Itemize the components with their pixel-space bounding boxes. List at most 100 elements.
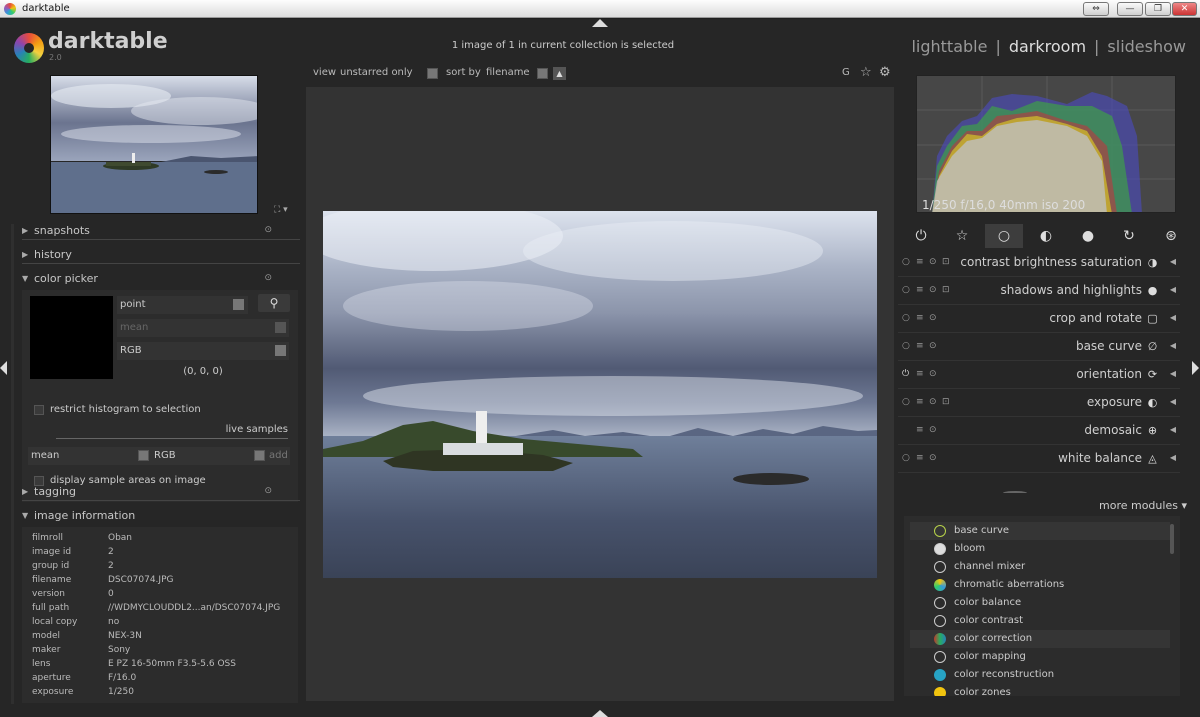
history-header[interactable]: ▶ history <box>22 246 300 264</box>
list-item[interactable]: color balance <box>910 594 1170 612</box>
module-exposure[interactable]: ○ ≡ ⊙ ⊡ exposure ◐ ◀ <box>898 391 1180 417</box>
module-contrast-brightness-saturation[interactable]: ○ ≡ ⊙ ⊡ contrast brightness saturation ◑ ◀ <box>898 251 1180 277</box>
image-canvas[interactable] <box>306 87 894 701</box>
module-base-curve[interactable]: ○ ≡ ⊙ base curve ∅ ◀ <box>898 335 1180 361</box>
navigation-thumbnail[interactable] <box>50 75 258 214</box>
list-item[interactable]: color contrast <box>910 612 1170 630</box>
reset-icon[interactable]: ⊙ <box>929 425 937 435</box>
picker-model-toggle-icon[interactable] <box>275 345 286 356</box>
power-icon[interactable]: ⏻ <box>902 369 909 379</box>
presets-icon[interactable]: ≡ <box>916 397 924 407</box>
instance-icon[interactable]: ⊡ <box>942 257 950 267</box>
power-icon[interactable]: ○ <box>902 341 910 351</box>
expand-arrow-icon[interactable]: ◀ <box>1170 397 1176 406</box>
reset-icon[interactable]: ⊙ <box>264 273 272 283</box>
window-maximize-button[interactable]: ❐ <box>1145 2 1171 16</box>
reset-icon[interactable]: ⊙ <box>929 397 937 407</box>
reset-icon[interactable]: ⊙ <box>929 313 937 323</box>
expand-arrow-icon[interactable]: ◀ <box>1170 425 1176 434</box>
presets-icon[interactable]: ≡ <box>916 369 924 379</box>
more-modules-toggle[interactable]: more modules ▾ <box>1099 499 1187 512</box>
sample-stat-select[interactable]: mean <box>31 450 59 461</box>
color-picker-header[interactable]: ▼ color picker ⊙ <box>22 270 300 288</box>
reset-icon[interactable]: ⊙ <box>264 225 272 235</box>
presets-icon[interactable]: ≡ <box>916 285 924 295</box>
module-list-scrollbar[interactable] <box>1170 524 1174 554</box>
window-restore-button[interactable]: ⇔ <box>1083 2 1109 16</box>
expand-arrow-icon[interactable]: ◀ <box>1170 285 1176 294</box>
power-icon[interactable]: ○ <box>902 285 910 295</box>
expand-arrow-icon[interactable]: ◀ <box>1170 257 1176 266</box>
power-icon[interactable]: ○ <box>902 453 910 463</box>
list-item[interactable]: color correction <box>910 630 1170 648</box>
window-minimize-button[interactable]: — <box>1117 2 1143 16</box>
list-item[interactable]: color zones <box>910 684 1170 696</box>
thumbnail-menu-icon[interactable]: ⛶ ▾ <box>274 205 288 215</box>
list-item[interactable]: color reconstruction <box>910 666 1170 684</box>
presets-icon[interactable]: ≡ <box>916 313 924 323</box>
list-item[interactable]: base curve <box>910 522 1170 540</box>
reset-icon[interactable]: ⊙ <box>929 257 937 267</box>
effects-group-tab-icon[interactable]: ⊛ <box>1152 224 1190 248</box>
sample-model-toggle-icon[interactable] <box>254 450 265 461</box>
gear-icon[interactable]: ⚙ <box>879 65 891 80</box>
tagging-header[interactable]: ▶ tagging ⊙ <box>22 483 300 501</box>
view-lighttable[interactable]: lighttable <box>911 37 987 56</box>
view-filter-select[interactable]: unstarred only <box>340 67 413 78</box>
sample-stat-toggle-icon[interactable] <box>138 450 149 461</box>
grouping-button[interactable]: G <box>842 67 850 78</box>
collapse-bottom-panel-arrow[interactable] <box>592 710 608 717</box>
sort-toggle-icon[interactable] <box>537 68 548 79</box>
panel-divider-handle[interactable] <box>1003 491 1027 495</box>
snapshots-header[interactable]: ▶ snapshots ⊙ <box>22 222 300 240</box>
collapse-top-panel-arrow[interactable] <box>592 19 608 27</box>
reset-icon[interactable]: ⊙ <box>929 369 937 379</box>
add-sample-button[interactable]: add <box>269 450 288 461</box>
reset-icon[interactable]: ⊙ <box>929 453 937 463</box>
list-item[interactable]: color mapping <box>910 648 1170 666</box>
basic-group-tab-icon[interactable]: ○ <box>985 224 1023 248</box>
reset-icon[interactable]: ⊙ <box>264 486 272 496</box>
color-group-tab-icon[interactable]: ● <box>1069 224 1107 248</box>
power-icon[interactable]: ○ <box>902 257 910 267</box>
module-white-balance[interactable]: ○ ≡ ⊙ white balance ◬ ◀ <box>898 447 1180 473</box>
expand-arrow-icon[interactable]: ◀ <box>1170 341 1176 350</box>
view-slideshow[interactable]: slideshow <box>1107 37 1186 56</box>
module-demosaic[interactable]: ≡ ⊙ demosaic ⊕ ◀ <box>898 419 1180 445</box>
image-information-header[interactable]: ▼ image information <box>22 507 300 525</box>
picker-stat-toggle-icon[interactable] <box>275 322 286 333</box>
filter-toggle-icon[interactable] <box>427 68 438 79</box>
instance-icon[interactable]: ⊡ <box>942 397 950 407</box>
list-item[interactable]: chromatic aberrations <box>910 576 1170 594</box>
left-panel-scrollbar[interactable] <box>11 224 14 704</box>
expand-arrow-icon[interactable]: ◀ <box>1170 369 1176 378</box>
presets-icon[interactable]: ≡ <box>916 453 924 463</box>
sort-select[interactable]: filename <box>486 67 530 78</box>
picker-mode-select[interactable]: point <box>117 296 248 314</box>
star-icon[interactable]: ☆ <box>860 65 872 80</box>
list-item[interactable]: bloom <box>910 540 1170 558</box>
correct-group-tab-icon[interactable]: ↻ <box>1110 224 1148 248</box>
color-picker-icon[interactable]: ⚲ <box>258 294 290 312</box>
presets-icon[interactable]: ≡ <box>916 341 924 351</box>
picker-mode-toggle-icon[interactable] <box>233 299 244 310</box>
picker-stat-select[interactable]: mean <box>117 319 289 337</box>
module-crop-and-rotate[interactable]: ○ ≡ ⊙ crop and rotate ▢ ◀ <box>898 307 1180 333</box>
tone-group-tab-icon[interactable]: ◐ <box>1027 224 1065 248</box>
main-photo[interactable] <box>323 211 877 578</box>
collapse-right-panel-arrow[interactable] <box>1192 361 1199 375</box>
expand-arrow-icon[interactable]: ◀ <box>1170 453 1176 462</box>
histogram[interactable]: 1/250 f/16,0 40mm iso 200 <box>916 75 1176 213</box>
instance-icon[interactable]: ⊡ <box>942 285 950 295</box>
favorites-tab-icon[interactable]: ☆ <box>943 224 981 248</box>
sample-model-select[interactable]: RGB <box>154 450 176 461</box>
window-close-button[interactable]: ✕ <box>1172 2 1197 16</box>
presets-icon[interactable]: ≡ <box>916 257 924 267</box>
module-orientation[interactable]: ⏻ ≡ ⊙ orientation ⟳ ◀ <box>898 363 1180 389</box>
sort-direction-button[interactable]: ▲ <box>553 67 566 80</box>
restrict-histogram-checkbox[interactable] <box>34 405 44 415</box>
reset-icon[interactable]: ⊙ <box>929 341 937 351</box>
collapse-left-panel-arrow[interactable] <box>0 361 7 375</box>
power-icon[interactable]: ○ <box>902 397 910 407</box>
power-icon[interactable]: ○ <box>902 313 910 323</box>
